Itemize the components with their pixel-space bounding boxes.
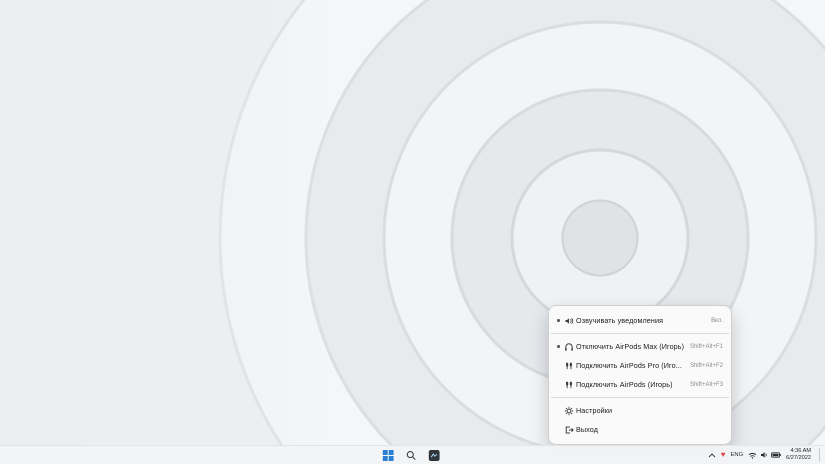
exit-icon (562, 425, 576, 435)
menu-item-shortcut: Shift+Alt+F3 (690, 382, 723, 388)
menu-item-connect-airpods-pro[interactable]: Подключить AirPods Pro (Иго... Shift+Alt… (549, 356, 731, 375)
menu-separator (551, 397, 729, 398)
app-icon (429, 450, 440, 461)
menu-item-shortcut: Shift+Alt+F2 (690, 363, 723, 369)
menu-item-label: Выход (576, 425, 717, 434)
headphones-icon (562, 342, 576, 352)
active-dot (555, 319, 562, 322)
earbuds-icon (562, 380, 576, 390)
show-desktop-button[interactable] (819, 448, 822, 462)
menu-item-disconnect-airpods-max[interactable]: Отключить AirPods Max (Игорь) Shift+Alt+… (549, 337, 731, 356)
windows-logo-icon (383, 450, 394, 461)
system-tray: ♥ ENG 4:36 AM 6/27/2022 (708, 446, 822, 464)
menu-item-exit[interactable]: Выход (549, 420, 731, 439)
menu-item-shortcut: Shift+Alt+F1 (690, 344, 723, 350)
menu-item-settings[interactable]: Настройки (549, 401, 731, 420)
menu-item-label: Озвучивать уведомления (576, 316, 705, 325)
chevron-up-icon (708, 453, 716, 458)
clock[interactable]: 4:36 AM 6/27/2022 (786, 448, 811, 462)
desktop: Озвучивать уведомления Вкл. Отключить Ai… (0, 0, 825, 464)
search-button[interactable] (401, 448, 421, 463)
gear-icon (562, 406, 576, 416)
app-button[interactable] (424, 448, 444, 463)
menu-item-label: Подключить AirPods Pro (Иго... (576, 361, 684, 370)
clock-date: 6/27/2022 (786, 455, 811, 462)
network-volume-battery-group[interactable] (748, 451, 781, 459)
earbuds-icon (562, 361, 576, 371)
taskbar: ♥ ENG 4:36 AM 6/27/2022 (0, 445, 825, 464)
battery-icon (771, 452, 781, 458)
language-indicator[interactable]: ENG (731, 452, 744, 458)
menu-separator (551, 333, 729, 334)
tray-heart-icon[interactable]: ♥ (721, 451, 726, 459)
active-dot (555, 345, 562, 348)
volume-icon (760, 451, 768, 459)
wifi-icon (748, 452, 757, 459)
menu-item-status: Вкл. (711, 318, 723, 324)
taskbar-center-icons (378, 446, 444, 464)
tray-chevron-button[interactable] (708, 453, 716, 458)
tray-context-menu: Озвучивать уведомления Вкл. Отключить Ai… (548, 305, 732, 445)
search-icon (406, 450, 417, 461)
start-button[interactable] (378, 448, 398, 463)
menu-item-connect-airpods[interactable]: Подключить AirPods (Игорь) Shift+Alt+F3 (549, 375, 731, 394)
menu-item-label: Настройки (576, 406, 717, 415)
menu-item-label: Подключить AirPods (Игорь) (576, 380, 684, 389)
voice-notifications-icon (562, 316, 576, 326)
clock-time: 4:36 AM (786, 448, 811, 455)
menu-item-label: Отключить AirPods Max (Игорь) (576, 342, 684, 351)
menu-item-voice-notifications[interactable]: Озвучивать уведомления Вкл. (549, 311, 731, 330)
